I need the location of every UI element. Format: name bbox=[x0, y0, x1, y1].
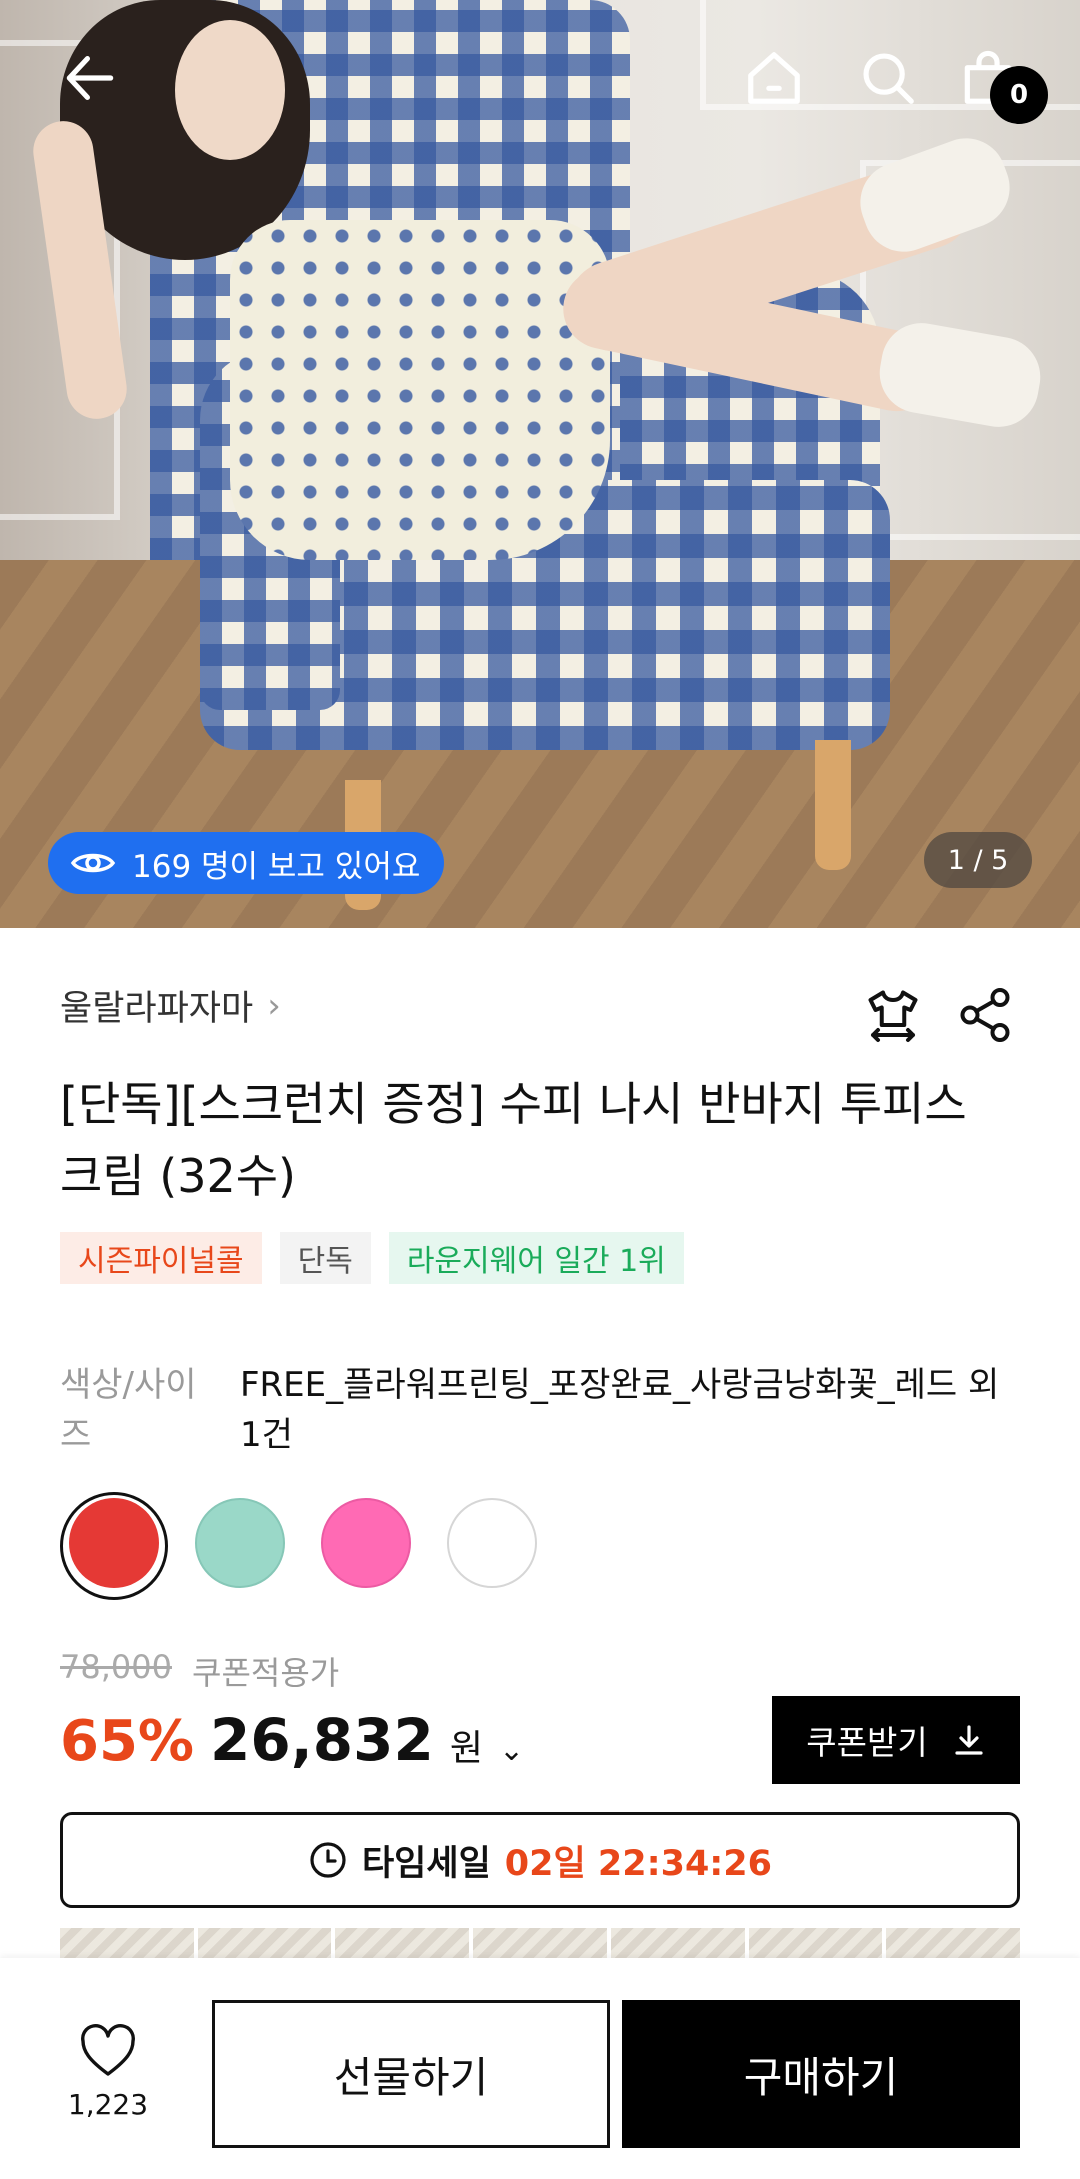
viewers-badge: 169 명이 보고 있어요 bbox=[48, 832, 445, 894]
detail-thumbnail[interactable] bbox=[610, 1928, 745, 1958]
gift-button[interactable]: 선물하기 bbox=[212, 2000, 610, 2148]
detail-thumbnail[interactable] bbox=[473, 1928, 607, 1958]
image-counter: 1 / 5 bbox=[924, 832, 1032, 888]
photo-chair-leg bbox=[815, 740, 851, 870]
option-label: 색상/사이즈 bbox=[60, 1365, 197, 1455]
tag-ranking: 라운지웨어 일간 1위 bbox=[388, 1232, 684, 1284]
timesale-label: 타임세일 bbox=[361, 1843, 491, 1884]
chevron-right-icon: › bbox=[267, 985, 281, 1026]
buy-button[interactable]: 구매하기 bbox=[622, 2000, 1020, 2148]
like-count: 1,223 bbox=[67, 2088, 149, 2121]
color-swatch-mint[interactable] bbox=[195, 1498, 285, 1588]
get-coupon-button[interactable]: 쿠폰받기 bbox=[772, 1696, 1020, 1784]
home-button[interactable] bbox=[736, 40, 812, 116]
like-button[interactable]: 1,223 bbox=[58, 2024, 158, 2121]
currency-unit: 원 bbox=[449, 1728, 483, 1769]
share-icon bbox=[960, 988, 1010, 1042]
tag-exclusive: 단독 bbox=[279, 1232, 371, 1284]
clock-icon bbox=[310, 1842, 346, 1878]
detail-thumbnail[interactable] bbox=[60, 1928, 194, 1958]
download-icon bbox=[955, 1725, 983, 1755]
heart-icon bbox=[81, 2024, 135, 2076]
brand-name: 울랄라파자마 bbox=[60, 989, 254, 1029]
search-button[interactable] bbox=[850, 40, 926, 116]
back-button[interactable] bbox=[52, 40, 128, 116]
option-value[interactable]: FREE_플라워프린팅_포장완료_사랑금낭화꽃_레드 외 1건 bbox=[240, 1360, 1030, 1460]
eye-icon bbox=[70, 853, 116, 873]
product-image[interactable] bbox=[0, 0, 1080, 928]
arrow-left-icon bbox=[66, 56, 114, 100]
coupon-button-label: 쿠폰받기 bbox=[806, 1723, 928, 1762]
color-swatch-red[interactable] bbox=[69, 1498, 159, 1588]
tag-season-final-call: 시즌파이널콜 bbox=[60, 1232, 262, 1284]
brand-link[interactable]: 울랄라파자마 › bbox=[60, 980, 281, 1031]
chevron-down-icon: ⌄ bbox=[499, 1733, 525, 1768]
detail-thumbnail[interactable] bbox=[886, 1928, 1020, 1958]
detail-thumbnail[interactable] bbox=[197, 1928, 332, 1958]
timesale-countdown: 02일 22:34:26 bbox=[504, 1843, 772, 1884]
photo-model-face bbox=[175, 20, 285, 160]
sale-price: 26,832 bbox=[210, 1706, 434, 1774]
product-tags: 시즌파이널콜 단독 라운지웨어 일간 1위 bbox=[60, 1232, 684, 1284]
coupon-applied-note: 쿠폰적용가 bbox=[192, 1654, 340, 1692]
cart-count-badge: 0 bbox=[990, 66, 1048, 124]
search-icon bbox=[863, 53, 914, 104]
discount-rate: 65% bbox=[60, 1709, 195, 1774]
size-guide-button[interactable] bbox=[860, 982, 926, 1048]
viewers-text: 169 명이 보고 있어요 bbox=[132, 848, 421, 885]
detail-thumbnails bbox=[60, 1928, 1020, 1958]
price-row[interactable]: 65% 26,832 원 ⌄ bbox=[60, 1706, 524, 1774]
tshirt-size-icon bbox=[868, 990, 918, 1042]
product-title: [단독][스크런치 증정] 수피 나시 반바지 투피스 크림 (32수) bbox=[60, 1077, 967, 1203]
share-button[interactable] bbox=[952, 982, 1018, 1048]
color-swatch-white[interactable] bbox=[447, 1498, 537, 1588]
detail-thumbnail[interactable] bbox=[748, 1928, 883, 1958]
detail-thumbnail[interactable] bbox=[335, 1928, 470, 1958]
original-price: 78,000 bbox=[60, 1648, 172, 1686]
home-icon bbox=[748, 52, 800, 104]
photo-model-dress bbox=[230, 220, 610, 560]
timesale-banner: 타임세일 02일 22:34:26 bbox=[60, 1812, 1020, 1908]
color-swatch-pink[interactable] bbox=[321, 1498, 411, 1588]
